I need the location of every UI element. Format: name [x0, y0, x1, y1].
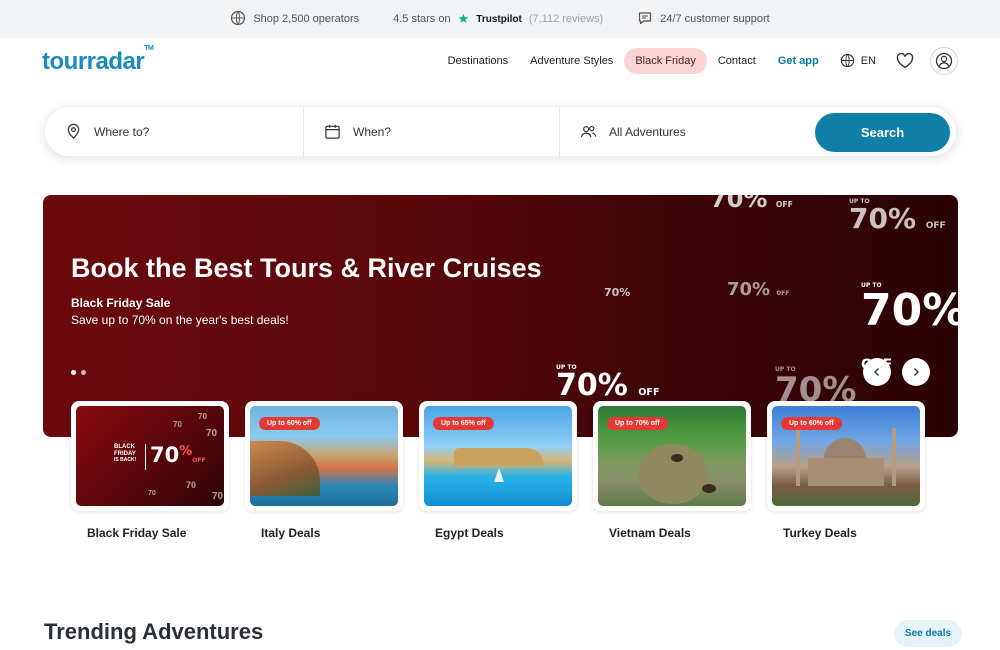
promo-mark: UP TO 70% OFF [849, 198, 946, 235]
when-field[interactable]: When? [304, 107, 560, 156]
hero-title: Book the Best Tours & River Cruises [71, 253, 542, 283]
deal-card-image: Up to 65% off [419, 401, 577, 511]
mosque-dome-shape [824, 438, 866, 460]
adventures-value: All Adventures [609, 124, 686, 139]
deal-card-label: Black Friday Sale [87, 526, 187, 540]
nav-contact[interactable]: Contact [707, 48, 767, 74]
operators-globe-icon [230, 10, 246, 29]
promo-mark: UP TO 70% OFF [556, 364, 660, 403]
boat-shape [702, 484, 716, 493]
operators-text: Shop 2,500 operators [253, 13, 360, 25]
bf-card-mark: 70 [148, 490, 156, 497]
deal-card-label: Vietnam Deals [609, 526, 691, 540]
nav-destinations[interactable]: Destinations [437, 48, 520, 74]
main-nav: Destinations Adventure Styles Black Frid… [437, 46, 958, 75]
user-icon [935, 52, 953, 69]
nav-black-friday[interactable]: Black Friday [624, 47, 707, 74]
chevron-left-icon [874, 368, 879, 376]
deal-card-image: Up to 60% off [245, 401, 403, 511]
location-pin-icon [67, 123, 80, 139]
heart-icon [896, 52, 914, 68]
language-selector[interactable]: EN [830, 46, 886, 75]
deal-card-italy[interactable]: Up to 60% off Italy Deals [245, 401, 403, 540]
support-info: 24/7 customer support [637, 10, 770, 29]
section-title-trending: Trending Adventures [44, 619, 264, 644]
bf-card-mark: 70 [212, 491, 224, 502]
reviews-count: (7,112 reviews) [528, 13, 604, 25]
bf-card-mark: 70 [186, 480, 197, 490]
discount-badge: Up to 65% off [433, 417, 494, 430]
sphinx-shape [454, 448, 544, 466]
deal-card-image: Up to 60% off [767, 401, 925, 511]
rating-info[interactable]: 4.5 stars on ★ Trustpilot (7,112 reviews… [393, 11, 603, 27]
bf-card-mark: 70 [206, 428, 218, 439]
tourradar-logo[interactable]: tourradarTM [42, 45, 154, 76]
when-placeholder: When? [353, 124, 392, 139]
deal-card-label: Egypt Deals [435, 526, 504, 540]
carousel-prev-button[interactable] [863, 358, 891, 386]
account-button[interactable] [930, 46, 958, 75]
deal-card-vietnam[interactable]: Up to 70% off Vietnam Deals [593, 401, 751, 540]
globe-icon [840, 53, 854, 68]
search-button[interactable]: Search [815, 113, 950, 152]
carousel-dots[interactable] [71, 370, 86, 375]
adventures-field[interactable]: All Adventures [560, 107, 816, 156]
carousel-dot[interactable] [71, 370, 76, 375]
deal-card-label: Italy Deals [261, 526, 321, 540]
bf-card-divider [145, 444, 146, 470]
where-field[interactable]: Where to? [45, 107, 304, 156]
discount-badge: Up to 60% off [781, 417, 842, 430]
carousel-next-button[interactable] [902, 358, 930, 386]
discount-badge: Up to 60% off [259, 417, 320, 430]
bf-card-text: BLACK FRIDAY IS BACK! [114, 444, 137, 463]
nav-adventure-styles[interactable]: Adventure Styles [519, 48, 624, 74]
trustpilot-star-icon: ★ [457, 11, 470, 26]
carousel-dot[interactable] [81, 370, 86, 375]
hero-subtitle: Black Friday Sale [71, 296, 171, 310]
deal-card-egypt[interactable]: Up to 65% off Egypt Deals [419, 401, 577, 540]
chevron-right-icon [914, 368, 919, 376]
deal-card-image: Up to 70% off [593, 401, 751, 511]
promo-mark: 70% OFF [727, 279, 790, 300]
deal-card-label: Turkey Deals [783, 526, 857, 540]
people-icon [580, 126, 597, 138]
site-header: tourradarTM Destinations Adventure Style… [0, 38, 1000, 84]
hero-description: Save up to 70% on the year's best deals! [71, 313, 289, 327]
deal-card-turkey[interactable]: Up to 60% off Turkey Deals [767, 401, 925, 540]
deal-card-black-friday[interactable]: BLACK FRIDAY IS BACK! 70%OFF 70 70 70 70 7… [71, 401, 229, 540]
boat-shape [671, 454, 683, 462]
support-text: 24/7 customer support [660, 13, 770, 25]
river-shape [638, 444, 708, 504]
search-bar: Where to? When? All Adventures Search [44, 106, 957, 157]
mosque-body-shape [808, 458, 884, 486]
minaret-shape [796, 428, 800, 486]
sailboat-shape [494, 468, 504, 482]
promo-mark: 70% OFF [710, 195, 793, 213]
nav-get-app[interactable]: Get app [767, 48, 830, 74]
bf-card-promo: 70%OFF [150, 443, 206, 467]
bf-card-mark: 70 [198, 412, 207, 421]
top-info-bar: Shop 2,500 operators 4.5 stars on ★ Trus… [0, 0, 1000, 38]
rating-text: 4.5 stars on [393, 13, 451, 25]
minaret-shape [892, 428, 896, 486]
deal-cards: BLACK FRIDAY IS BACK! 70%OFF 70 70 70 70 7… [71, 401, 925, 540]
calendar-icon [325, 124, 340, 139]
trustpilot-label: Trustpilot [476, 13, 522, 25]
bf-card-mark: 70 [173, 420, 182, 429]
discount-badge: Up to 70% off [607, 417, 668, 430]
cliffside-town-shape [250, 441, 320, 496]
where-placeholder: Where to? [94, 124, 150, 139]
operators-info: Shop 2,500 operators [230, 10, 359, 29]
chat-icon [637, 10, 653, 29]
deal-card-image: BLACK FRIDAY IS BACK! 70%OFF 70 70 70 70 7… [71, 401, 229, 511]
see-deals-button[interactable]: See deals [894, 620, 962, 647]
promo-mark: 70% [604, 286, 631, 299]
wishlist-button[interactable] [886, 47, 924, 75]
language-label: EN [860, 54, 876, 67]
